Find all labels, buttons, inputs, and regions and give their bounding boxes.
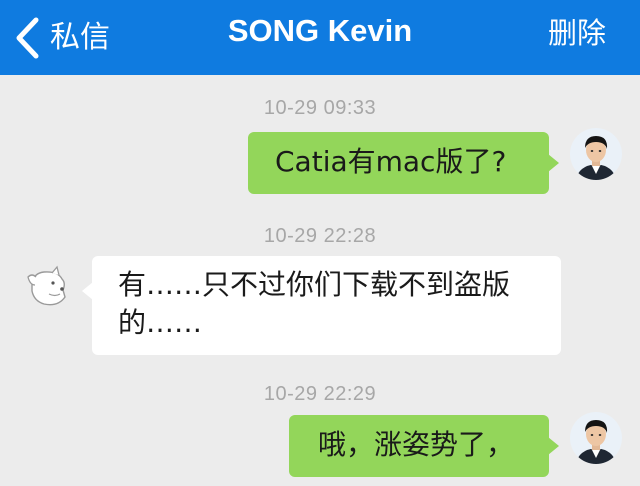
outgoing-message-bubble[interactable]: Catia有mac版了? <box>248 132 559 194</box>
message-timestamp: 10-29 22:28 <box>263 225 377 247</box>
incoming-message-bubble[interactable]: 有……只不过你们下载不到盗版 的…… <box>82 256 561 355</box>
user-photo-avatar-icon <box>570 412 622 464</box>
message-timestamp: 10-29 09:33 <box>263 97 377 119</box>
dog-doodle-avatar-icon <box>27 265 66 306</box>
message-timestamp: 10-29 22:29 <box>263 383 377 405</box>
contact-avatar[interactable] <box>22 263 74 315</box>
message-text: Catia有mac版了? <box>275 145 507 178</box>
user-photo-avatar[interactable] <box>570 412 622 464</box>
back-button-label: 私信 <box>50 19 110 55</box>
chevron-left-icon <box>16 17 39 58</box>
user-photo-avatar[interactable] <box>570 128 622 180</box>
chat-thread[interactable]: 10-29 09:33 Catia有mac版了? 10-29 22:28 有……… <box>0 75 640 486</box>
back-button[interactable]: 私信 <box>14 0 110 75</box>
message-text: 哦，涨姿势了， <box>318 428 515 461</box>
delete-button[interactable]: 删除 <box>548 0 606 62</box>
message-text-line: 有……只不过你们下载不到盗版 <box>118 268 511 301</box>
navigation-bar: 私信 SONG Kevin 删除 <box>0 0 640 75</box>
user-photo-avatar-icon <box>570 128 622 180</box>
outgoing-message-bubble[interactable]: 哦，涨姿势了， <box>289 415 559 477</box>
message-text-line: 的…… <box>118 306 203 339</box>
